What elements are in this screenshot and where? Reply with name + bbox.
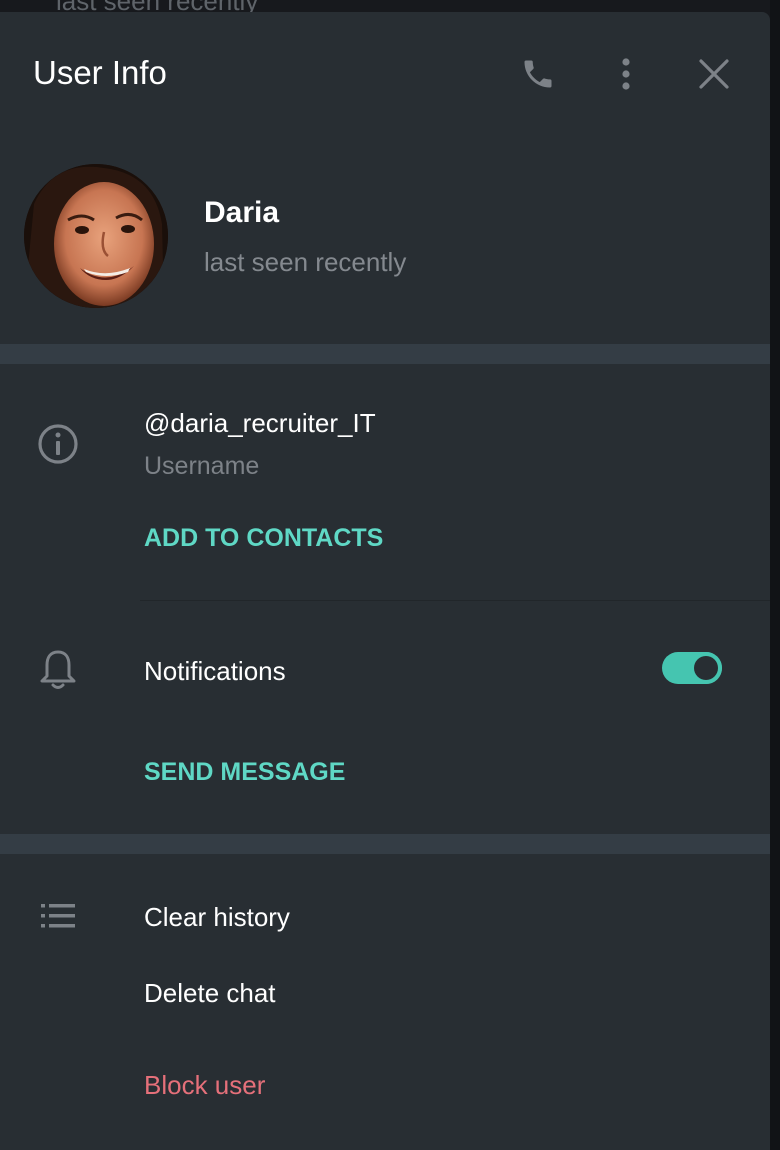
bell-icon bbox=[34, 646, 82, 694]
profile-name: Daria bbox=[204, 196, 280, 229]
add-to-contacts-button[interactable]: ADD TO CONTACTS bbox=[144, 524, 383, 553]
notifications-toggle[interactable] bbox=[662, 652, 722, 684]
block-user-button[interactable]: Block user bbox=[144, 1070, 265, 1101]
delete-chat-button[interactable]: Delete chat bbox=[144, 978, 276, 1009]
avatar[interactable] bbox=[24, 164, 168, 308]
phone-icon[interactable] bbox=[516, 52, 560, 96]
row-separator bbox=[140, 600, 770, 601]
notifications-label: Notifications bbox=[144, 656, 286, 686]
user-info-panel: User Info Daria last seen recently @dari… bbox=[0, 12, 770, 1150]
username-label: Username bbox=[144, 452, 260, 480]
username-value[interactable]: @daria_recruiter_IT bbox=[144, 408, 376, 439]
profile-status: last seen recently bbox=[204, 247, 407, 277]
send-message-button[interactable]: SEND MESSAGE bbox=[144, 758, 345, 787]
background-strip bbox=[770, 0, 780, 1150]
section-divider bbox=[0, 834, 770, 854]
close-icon[interactable] bbox=[692, 52, 736, 96]
info-icon bbox=[34, 420, 82, 468]
more-vertical-icon[interactable] bbox=[604, 52, 648, 96]
toggle-knob-center bbox=[694, 656, 718, 680]
clear-history-button[interactable]: Clear history bbox=[144, 902, 290, 933]
panel-title: User Info bbox=[33, 54, 167, 91]
toggle-knob bbox=[690, 652, 722, 684]
list-icon bbox=[34, 892, 82, 940]
section-divider bbox=[0, 344, 770, 364]
